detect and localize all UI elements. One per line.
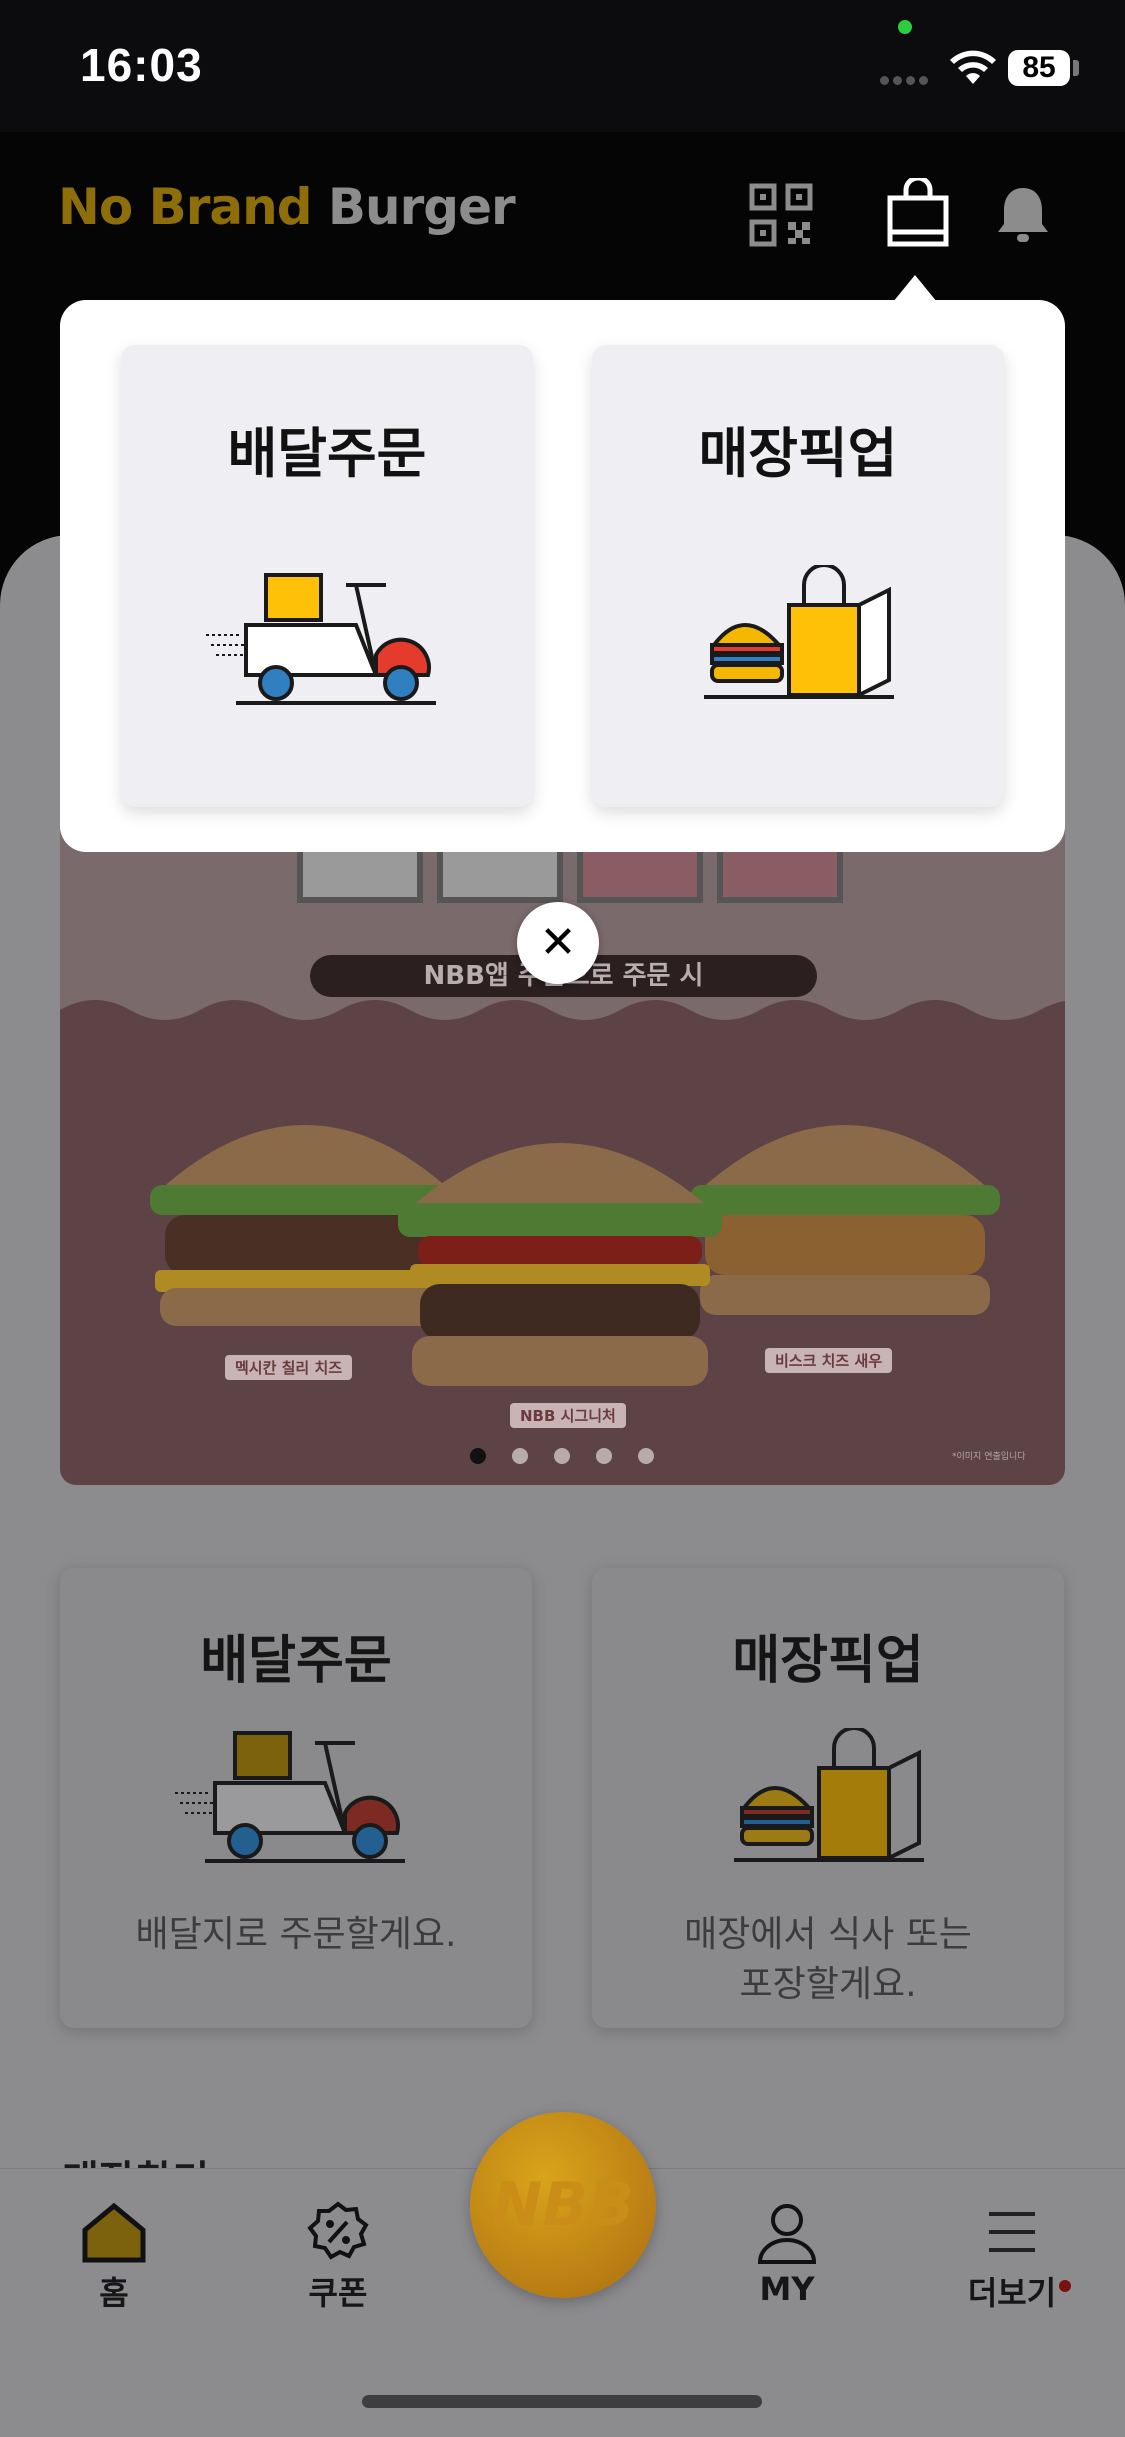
popup-pickup-title: 매장픽업 [698,422,898,485]
shopping-bag-icon[interactable] [884,178,952,250]
popup-delivery-option[interactable]: 배달주문 [121,345,533,807]
pickup-card-title: 매장픽업 [732,1631,924,1691]
nav-my[interactable]: MY [717,2200,857,2308]
pickup-card-desc: 매장에서 식사 또는 포장할게요. [684,1914,972,2005]
pickup-order-card[interactable]: 매장픽업 매장에서 식사 또는 포장할게요. [592,1568,1064,2028]
takeout-bag-icon [734,1728,924,1862]
cellular-signal-icon [880,70,932,85]
status-time: 16:03 [80,39,203,91]
delivery-order-card[interactable]: 배달주문 배달지로 주문할게요. [60,1568,532,2028]
coupon-icon [307,2201,369,2260]
popup-pickup-option[interactable]: 매장픽업 [592,345,1004,807]
nav-home-label: 홈 [99,2274,129,2312]
nav-home[interactable]: 홈 [44,2200,184,2314]
nav-coupon-label: 쿠폰 [308,2274,368,2312]
menu-icon [989,2212,1035,2252]
promo-banner[interactable]: NBB앱 주문으로 주문 시 멕시칸 칠리 치즈 NBB 시그니처 비스크 치즈… [60,780,1065,1485]
wifi-icon [950,50,996,84]
scooter-icon [175,1731,405,1863]
brand-logo: No Brand Burger [58,178,516,236]
qr-code-icon[interactable] [748,182,814,248]
nav-coupon[interactable]: 쿠폰 [268,2200,408,2314]
burger-label-right: 비스크 치즈 새우 [765,1348,893,1373]
battery-tip [1073,60,1079,76]
battery-indicator: 85 [1008,50,1070,86]
delivery-card-desc: 배달지로 주문할게요. [135,1914,457,1955]
home-icon [82,2202,146,2263]
burger-image-center [398,1143,722,1386]
nav-more[interactable]: 더보기 [942,2200,1082,2314]
popup-delivery-title: 배달주문 [227,422,427,485]
user-icon [757,2204,817,2264]
banner-disclaimer: *이미지 연출입니다 [952,1452,1026,1462]
banner-pagination[interactable] [470,1448,680,1468]
home-indicator [362,2395,762,2408]
close-popup-button[interactable]: ✕ [517,902,599,984]
popup-arrow [893,275,937,302]
burger-label-left: 멕시칸 칠리 치즈 [225,1355,353,1380]
notification-bell-icon[interactable] [990,182,1056,248]
nbb-center-button[interactable]: NBB [470,2112,656,2298]
scooter-icon [206,573,436,705]
new-badge-dot [1059,2280,1071,2292]
takeout-bag-icon [704,565,894,699]
burger-label-center: NBB 시그니처 [510,1403,626,1428]
nav-my-label: MY [759,2270,815,2308]
delivery-card-title: 배달주문 [200,1631,392,1691]
camera-indicator-icon [898,20,912,34]
